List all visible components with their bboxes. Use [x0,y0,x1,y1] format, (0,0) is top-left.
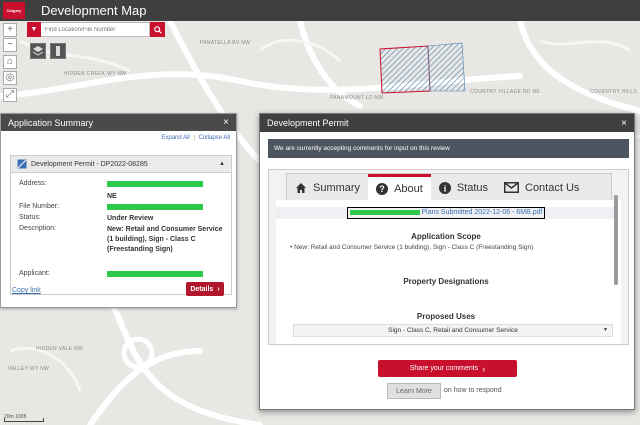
about-tab-content: Plans Submitted 2022-12-06 - 6MB.pdf App… [276,200,621,344]
app-title: Development Map [41,3,147,18]
measure-button[interactable] [50,43,66,59]
description-label: Description: [19,225,56,232]
search-button[interactable] [150,22,165,37]
map-scale-bar [4,418,44,422]
tab-status[interactable]: i Status [431,174,496,201]
tab-label: About [394,183,423,195]
address-value [107,180,227,190]
permit-card-title: Development Permit - DP2022-08285 [31,160,148,168]
plans-pdf-link[interactable]: Plans Submitted 2022-12-06 - 6MB.pdf [346,207,546,219]
search-icon [153,25,162,34]
details-button[interactable]: Details › [186,282,224,296]
scope-item-text: New: Retail and Consumer Service (1 buil… [294,244,534,251]
street-label: PANAMOUNT LD NW [330,95,384,101]
comment-banner: We are currently accepting comments for … [268,139,629,158]
plans-link-row[interactable]: Plans Submitted 2022-12-06 - 6MB.pdf [276,207,616,219]
question-icon: ? [376,183,389,195]
scrollbar[interactable] [614,195,618,285]
city-logo: Calgary [3,2,25,19]
learn-more-text: on how to respond [444,387,502,394]
street-label: HIDDEN CREEK WY NW [64,71,127,77]
expand-all-link[interactable]: Expand All [161,135,189,141]
description-value: New: Retail and Consumer Service (1 buil… [107,226,223,253]
street-label: COUNTRY VILLAGE RD NE [470,89,541,95]
file-number-value [107,203,227,213]
address-suffix: NE [107,193,117,200]
locate-button[interactable]: ◎ [3,71,17,85]
layers-icon [32,46,44,56]
tab-label: Status [456,181,488,194]
zoom-out-button[interactable]: − [3,38,17,52]
redaction-highlight [107,181,203,188]
caret-down-icon: ▼ [603,327,608,333]
app-header: Calgary Development Map [0,0,640,21]
details-label: Details [190,285,214,293]
collapse-all-link[interactable]: Collapse All [199,135,230,141]
close-icon[interactable]: × [223,117,229,128]
fullscreen-button[interactable]: ⤢ [3,88,17,102]
close-icon[interactable]: × [621,118,627,129]
street-label: HIDDEN VALE NW [36,346,83,352]
share-button-label: Share your comments [409,365,479,372]
envelope-icon [504,182,519,194]
zoom-in-button[interactable]: + [3,23,17,37]
tab-bar: Summary ? About i Status Contact Us [286,173,612,201]
panel-title: Application Summary [8,117,94,128]
caret-down-icon: ▼ [30,26,38,33]
expand-icon: ⤢ [6,89,14,100]
proposed-uses-dropdown[interactable]: Sign - Class C, Retail and Consumer Serv… [293,324,613,337]
panel-header: Application Summary × [1,114,236,131]
street-label: PANATELLA BV NW [200,40,251,46]
tab-contact-us[interactable]: Contact Us [496,174,587,201]
redaction-highlight [107,271,203,278]
ruler-icon [56,46,60,56]
info-icon: i [438,181,451,194]
plans-link-text: Plans Submitted 2022-12-06 - 6MB.pdf [421,209,543,216]
proposed-uses-title: Proposed Uses [416,312,476,321]
status-label: Status: [19,214,41,221]
learn-more-button[interactable]: Learn More [387,383,441,399]
link-separator: | [193,135,195,141]
applicant-label: Applicant: [19,270,50,277]
tab-summary[interactable]: Summary [287,174,368,201]
chevron-right-icon: › [217,285,220,293]
search-bar: ▼ [27,22,165,37]
street-label: VALLEY WY NW [8,366,50,372]
copy-link[interactable]: Copy link [12,287,41,294]
address-label: Address: [19,180,47,187]
dialog-title: Development Permit [267,118,349,128]
dialog-header: Development Permit × [260,114,634,132]
redaction-highlight [107,204,203,211]
file-number-label: File Number: [19,203,60,210]
redaction-highlight [349,209,420,215]
locate-icon: ◎ [5,72,15,83]
chevron-right-icon: › [482,363,486,374]
tab-about[interactable]: ? About [368,174,431,201]
home-icon [295,182,307,194]
tab-frame: Summary ? About i Status Contact Us Plan… [268,169,629,345]
applicant-value [107,270,227,280]
expand-collapse-links: Expand All | Collapse All [1,131,236,145]
home-icon: ⌂ [6,56,14,67]
share-comments-button[interactable]: Share your comments › [378,360,517,377]
application-scope-title: Application Scope [411,232,481,241]
document-icon [17,159,27,169]
street-label: COVENTRY HILLS [590,89,638,95]
home-extent-button[interactable]: ⌂ [3,55,17,69]
layers-button[interactable] [30,43,46,59]
application-scope-item: • New: Retail and Consumer Service (1 bu… [290,244,534,251]
search-type-dropdown[interactable]: ▼ [27,22,41,37]
application-summary-panel: Application Summary × Expand All | Colla… [0,113,237,308]
collapse-caret-icon[interactable]: ▲ [219,161,225,167]
tab-label: Contact Us [525,181,580,194]
proposed-uses-value: Sign - Class C, Retail and Consumer Serv… [388,327,518,334]
property-designations-title: Property Designations [403,277,489,286]
search-input[interactable] [41,22,150,37]
tab-label: Summary [313,181,361,194]
svg-text:?: ? [379,184,385,194]
status-value: Under Review [107,215,154,222]
permit-card-header[interactable]: Development Permit - DP2022-08285 ▲ [11,156,231,173]
